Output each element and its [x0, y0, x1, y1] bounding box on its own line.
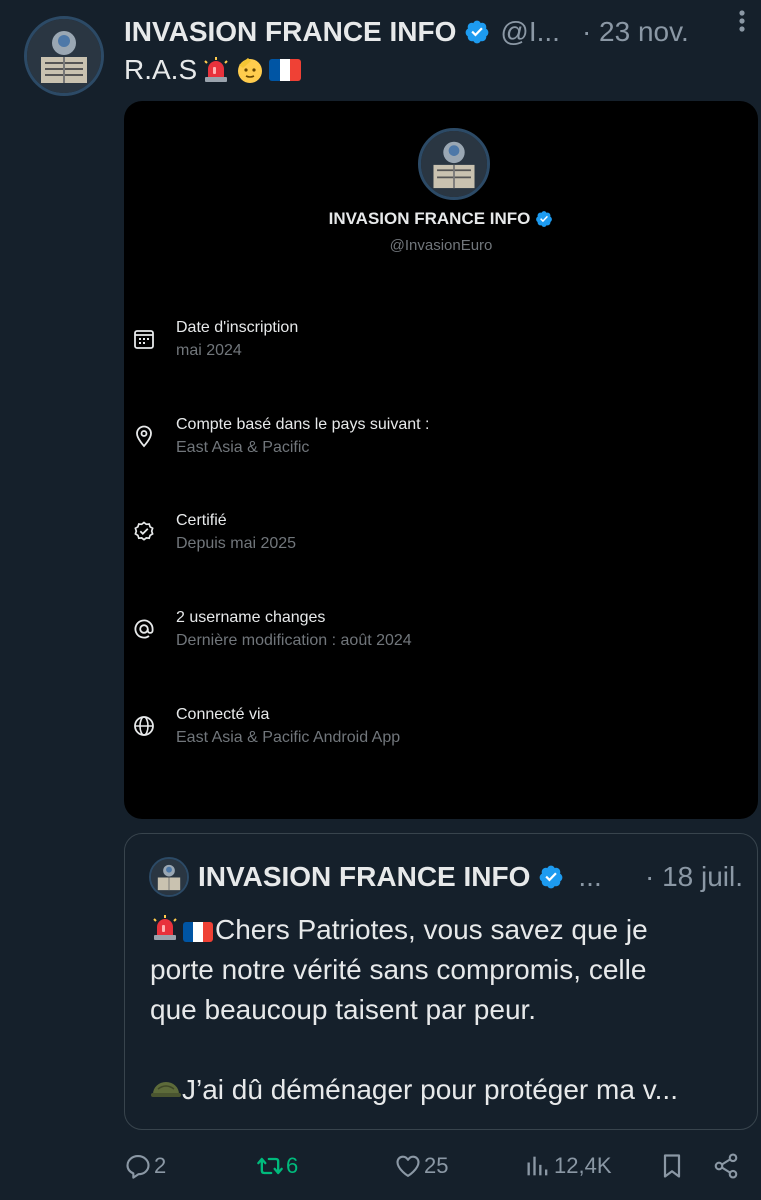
quote-line-4: J’ai dû déménager pour protéger ma v...	[150, 1070, 737, 1110]
card-name-text: INVASION FRANCE INFO	[328, 209, 531, 228]
reply-icon	[126, 1155, 150, 1179]
views-button[interactable]: 12,4K	[524, 1146, 612, 1186]
rotating-light-icon	[204, 57, 228, 82]
rotating-light-icon	[153, 915, 177, 940]
tweet-header: INVASION FRANCE INFO @I... · 23 nov.	[124, 12, 749, 52]
info-title: Date d'inscription	[176, 319, 299, 336]
bookmark-button[interactable]	[658, 1146, 686, 1186]
quote-line-1-text: Chers Patriotes, vous savez que je	[215, 914, 648, 945]
quoted-tweet[interactable]: INVASION FRANCE INFO ... · 18 juil. Cher…	[124, 833, 758, 1130]
quote-text: Chers Patriotes, vous savez que je porte…	[150, 910, 737, 1110]
action-bar: 2 6 25 12,4K	[124, 1146, 754, 1186]
verified-outline-icon	[134, 521, 154, 541]
author-handle[interactable]: @I...	[500, 16, 560, 48]
info-title: 2 username changes	[176, 609, 326, 626]
separator: ·	[644, 861, 655, 892]
card-verified-badge-icon	[536, 211, 553, 227]
calendar-icon	[134, 330, 154, 349]
like-button[interactable]: 25	[394, 1146, 448, 1186]
timestamp[interactable]: · 23 nov.	[582, 16, 689, 48]
card-handle: @InvasionEuro	[389, 237, 493, 254]
views-count: 12,4K	[554, 1153, 612, 1178]
globe-icon	[134, 716, 154, 736]
info-row-connected-via: Connecté via East Asia & Pacific Android…	[132, 706, 732, 756]
quote-blank-line	[150, 1030, 737, 1070]
quote-verified-badge-icon	[540, 865, 563, 889]
reply-button[interactable]: 2	[124, 1146, 166, 1186]
quote-line-3: que beaucoup taisent par peur.	[150, 994, 537, 1025]
info-title: Connecté via	[176, 706, 270, 723]
author-name[interactable]: INVASION FRANCE INFO	[124, 16, 456, 48]
quote-author-avatar	[149, 857, 189, 897]
flag-france-icon	[269, 59, 302, 81]
tweet-text-content: R.A.S	[124, 54, 198, 85]
author-avatar[interactable]	[24, 16, 104, 96]
bookmark-icon	[663, 1154, 681, 1178]
share-button[interactable]	[712, 1146, 740, 1186]
card-avatar-image	[421, 131, 487, 197]
info-row-verified: Certifié Depuis mai 2025	[132, 512, 732, 562]
card-name: INVASION FRANCE INFO	[124, 209, 758, 229]
avatar-image	[27, 19, 101, 93]
info-row-join-date: Date d'inscription mai 2024	[132, 319, 732, 369]
info-sub: East Asia & Pacific	[176, 439, 310, 456]
share-icon	[714, 1153, 738, 1179]
info-row-country: Compte basé dans le pays suivant : East …	[132, 416, 732, 466]
info-title: Compte basé dans le pays suivant :	[176, 416, 430, 433]
quote-line-2: porte notre vérité sans compromis, celle	[150, 954, 647, 985]
info-row-username-changes: 2 username changes Dernière modification…	[132, 609, 732, 659]
reply-count: 2	[154, 1153, 167, 1178]
time-text: 23 nov.	[599, 16, 689, 47]
more-options-icon[interactable]	[729, 6, 755, 36]
tweet-text: R.A.S	[124, 54, 302, 86]
info-sub: Dernière modification : août 2024	[176, 632, 412, 649]
quote-header: INVASION FRANCE INFO ... · 18 juil.	[198, 858, 743, 896]
like-count: 25	[424, 1153, 449, 1178]
quote-line-1: Chers Patriotes, vous savez que je	[150, 910, 737, 950]
separator: ·	[581, 16, 592, 47]
saluting-face-icon	[238, 58, 263, 83]
card-avatar	[418, 128, 490, 200]
info-title: Certifié	[176, 512, 227, 529]
quote-line-4-text: J’ai dû déménager pour protéger ma v...	[182, 1074, 678, 1105]
info-sub: mai 2024	[176, 342, 242, 359]
media-image[interactable]: INVASION FRANCE INFO @InvasionEuro Date …	[124, 101, 758, 819]
heart-icon	[396, 1155, 420, 1177]
retweet-count: 6	[286, 1153, 299, 1178]
views-chart-icon	[527, 1156, 548, 1176]
retweet-button[interactable]: 6	[256, 1146, 298, 1186]
info-sub: Depuis mai 2025	[176, 535, 297, 552]
at-sign-icon	[134, 619, 154, 639]
info-sub: East Asia & Pacific Android App	[176, 729, 401, 746]
retweet-icon	[257, 1157, 283, 1175]
flag-france-icon	[183, 921, 213, 942]
quote-avatar-image	[151, 859, 187, 895]
verified-badge-icon	[466, 20, 489, 44]
quote-author-name: INVASION FRANCE INFO	[198, 861, 531, 892]
quote-handle-ellipsis: ...	[578, 861, 602, 892]
military-helmet-icon	[151, 1082, 181, 1097]
location-pin-icon	[136, 425, 152, 448]
quote-time-text: 18 juil.	[662, 861, 743, 892]
quote-timestamp: · 18 juil.	[645, 861, 743, 893]
